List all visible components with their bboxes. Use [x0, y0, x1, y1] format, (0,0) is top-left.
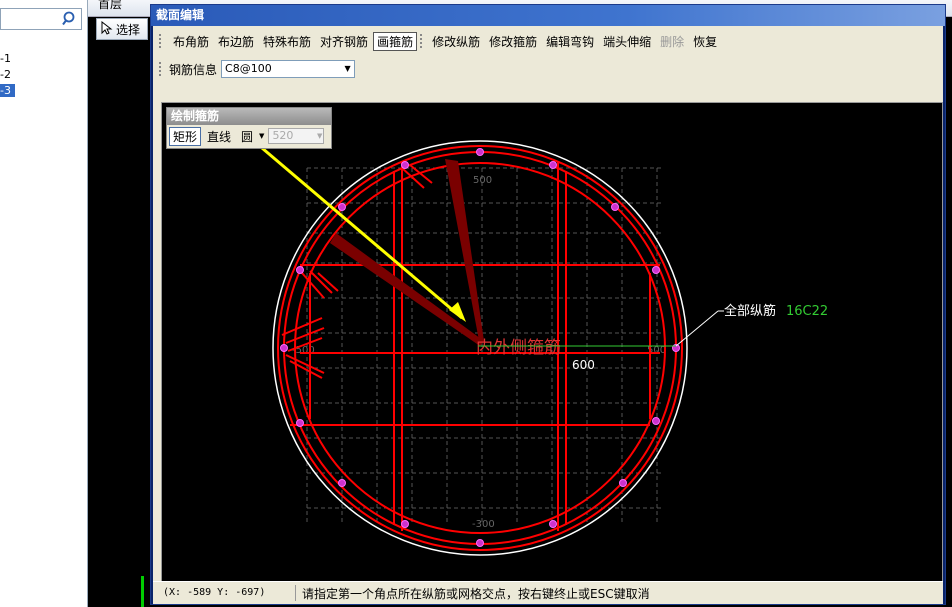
- modify-stirrup-button[interactable]: 修改箍筋: [485, 32, 541, 51]
- select-button[interactable]: 选择: [96, 18, 148, 40]
- longitudinal-label: 全部纵筋: [724, 303, 776, 319]
- rebar-info-select[interactable]: C8@100 ▼: [221, 60, 356, 78]
- delete-button[interactable]: 删除: [656, 32, 688, 51]
- circle-mode-button[interactable]: 圆: [237, 127, 257, 146]
- dark-arrow-left: [330, 233, 484, 346]
- tree-item-1[interactable]: -1: [0, 52, 15, 65]
- floor-dropdown[interactable]: 首层: [98, 0, 122, 12]
- rebar-info-toolbar: 钢筋信息 C8@100 ▼: [153, 57, 943, 81]
- edge-rebar-button[interactable]: 布边筋: [214, 32, 258, 51]
- dimension-label: 600: [572, 358, 595, 372]
- chevron-down-icon[interactable]: ▼: [341, 61, 354, 77]
- special-rebar-button[interactable]: 特殊布筋: [259, 32, 315, 51]
- restore-button[interactable]: 恢复: [689, 32, 721, 51]
- dialog-body: 布角筋 布边筋 特殊布筋 对齐钢筋 画箍筋 修改纵筋 修改箍筋 编辑弯钩 端头伸…: [153, 26, 943, 604]
- tree-item-3-selected[interactable]: -3: [0, 84, 15, 97]
- line-mode-button[interactable]: 直线: [203, 127, 235, 146]
- leader-line: [675, 310, 719, 347]
- circle-mode-dropdown-icon[interactable]: ▼: [259, 132, 264, 140]
- draw-stirrup-panel: 绘制箍筋 矩形 直线 圆 ▼ 520 ▼: [166, 107, 332, 149]
- section-drawing: 500 -300 -500 500 内外侧箍筋 600 全部纵筋 16C22: [261, 140, 828, 556]
- section-drawing-canvas[interactable]: 500 -300 -500 500 内外侧箍筋 600 全部纵筋 16C22 绘…: [161, 102, 943, 590]
- diameter-select[interactable]: 520 ▼: [268, 128, 325, 144]
- status-message: 请指定第一个角点所在纵筋或网格交点，按右键终止或ESC键取消: [302, 586, 650, 601]
- search-icon[interactable]: [62, 11, 78, 30]
- rebar-info-value: C8@100: [225, 62, 272, 75]
- end-extend-button[interactable]: 端头伸缩: [599, 32, 655, 51]
- section-edit-dialog: 截面编辑 布角筋 布边筋 特殊布筋 对齐钢筋 画箍筋 修改纵筋 修改箍筋 编辑弯…: [150, 4, 946, 605]
- tree-item-2[interactable]: -2: [0, 68, 15, 81]
- rebar-info-label: 钢筋信息: [169, 62, 218, 77]
- status-coordinates: (X: -589 Y: -697): [153, 585, 296, 601]
- align-rebar-button[interactable]: 对齐钢筋: [316, 32, 372, 51]
- grid-label-bottom: -300: [472, 519, 495, 530]
- draw-stirrup-panel-title[interactable]: 绘制箍筋: [167, 108, 331, 125]
- search-input[interactable]: [0, 8, 82, 30]
- hoop-annotation: 内外侧箍筋: [476, 338, 561, 358]
- toolbar-separator: [420, 34, 426, 48]
- chevron-down-icon[interactable]: ▼: [317, 129, 322, 143]
- modify-longitudinal-button[interactable]: 修改纵筋: [428, 32, 484, 51]
- cursor-icon: [101, 20, 113, 38]
- draw-stirrup-button[interactable]: 画箍筋: [373, 31, 418, 51]
- edit-toolbar: 布角筋 布边筋 特殊布筋 对齐钢筋 画箍筋 修改纵筋 修改箍筋 编辑弯钩 端头伸…: [153, 29, 943, 53]
- y-axis-indicator: [141, 576, 144, 607]
- toolbar-grip[interactable]: [159, 62, 165, 76]
- corner-rebar-button[interactable]: 布角筋: [169, 32, 213, 51]
- select-button-label: 选择: [116, 22, 141, 37]
- left-panel: -1 -2 -3: [0, 0, 88, 607]
- diameter-value: 520: [272, 129, 294, 142]
- grid-label-top: 500: [473, 175, 492, 186]
- edit-hook-button[interactable]: 编辑弯钩: [542, 32, 598, 51]
- longitudinal-value: 16C22: [786, 304, 828, 319]
- dialog-title[interactable]: 截面编辑: [151, 5, 945, 26]
- main-canvas[interactable]: [88, 40, 150, 607]
- status-bar: (X: -589 Y: -697) 请指定第一个角点所在纵筋或网格交点，按右键终…: [153, 581, 943, 604]
- rectangle-mode-button[interactable]: 矩形: [169, 126, 202, 146]
- toolbar-grip[interactable]: [159, 34, 165, 48]
